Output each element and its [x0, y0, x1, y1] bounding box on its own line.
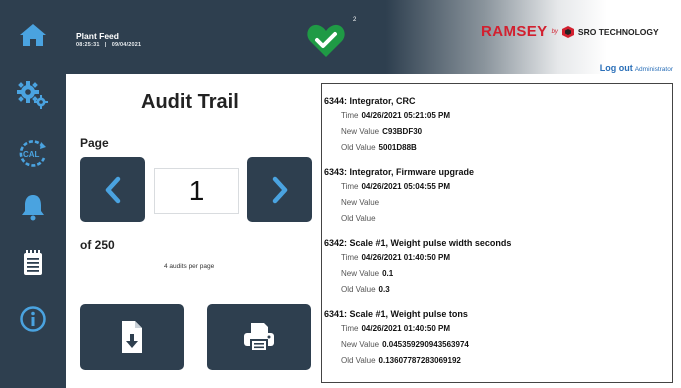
time-value: 04/26/2021 05:21:05 PM	[361, 111, 450, 120]
new-value: 0.045359290943563974	[382, 340, 469, 349]
clock-time: 08:25:31	[76, 42, 100, 48]
new-value-label: New Value	[341, 340, 380, 349]
old-value: 0.3	[378, 285, 390, 294]
time-value: 04/26/2021 01:40:50 PM	[361, 253, 450, 262]
total-pages-label: of 250	[80, 238, 115, 252]
datetime-separator: |	[104, 42, 107, 48]
page-title: Audit Trail	[141, 91, 239, 113]
entry-new-row: New Value 0.1	[322, 266, 672, 282]
printer-icon	[244, 323, 274, 352]
entry-time-row: Time 04/26/2021 01:40:50 PM	[322, 321, 672, 337]
new-value-label: New Value	[341, 269, 380, 278]
audits-per-page-label: 4 audits per page	[164, 263, 215, 270]
entry-title: 6341: Scale #1, Weight pulse tons	[324, 309, 468, 319]
bell-icon	[22, 195, 44, 221]
time-label: Time	[341, 111, 359, 120]
audit-log-panel[interactable]: 6344: Integrator, CRC Time 04/26/2021 05:…	[321, 83, 673, 383]
plant-datetime: 08:25:31 | 09/04/2021	[76, 42, 141, 48]
clock-date: 09/04/2021	[111, 42, 142, 48]
old-value: 5001D88B	[378, 143, 417, 152]
audit-entry: 6341: Scale #1, Weight pulse tons Time 04…	[322, 308, 672, 369]
calibration-icon: CAL	[19, 140, 46, 167]
new-value: 0.1	[382, 269, 394, 278]
entry-old-row: Old Value	[322, 211, 672, 227]
old-value-label: Old Value	[341, 214, 376, 223]
plant-name: Plant Feed	[76, 31, 119, 41]
entry-time-row: Time 04/26/2021 01:40:50 PM	[322, 250, 672, 266]
chevron-right-icon	[272, 176, 287, 203]
old-value-label: Old Value	[341, 143, 376, 152]
brand-by: by	[551, 28, 558, 35]
header: Plant Feed 08:25:31 | 09/04/2021 2 RAMSE…	[66, 0, 681, 74]
audit-entry: 6344: Integrator, CRC Time 04/26/2021 05:…	[322, 95, 672, 156]
download-file-icon	[122, 321, 142, 353]
sidebar-item-calibration[interactable]: CAL	[0, 126, 66, 180]
entry-title: 6344: Integrator, CRC	[324, 96, 416, 106]
old-value: 0.13607787283069192	[378, 356, 461, 365]
new-value: C93BDF30	[382, 127, 423, 136]
info-icon	[20, 306, 46, 332]
time-label: Time	[341, 253, 359, 262]
logout-link[interactable]: Log out Administrator	[600, 58, 673, 76]
sidebar-item-settings[interactable]	[0, 68, 66, 122]
status-count: 2	[353, 17, 357, 23]
entry-new-row: New Value 0.045359290943563974	[322, 337, 672, 353]
brand-logo: RAMSEY by SRO TECHNOLOGY	[481, 23, 659, 40]
time-label: Time	[341, 182, 359, 191]
audit-entry: 6343: Integrator, Firmware upgrade Time 0…	[322, 166, 672, 227]
time-label: Time	[341, 324, 359, 333]
previous-page-button[interactable]	[80, 157, 145, 222]
status-heart-icon[interactable]	[306, 23, 346, 59]
next-page-button[interactable]	[247, 157, 312, 222]
entry-old-row: Old Value 5001D88B	[322, 140, 672, 156]
old-value-label: Old Value	[341, 356, 376, 365]
sidebar: CAL	[0, 0, 66, 388]
entry-old-row: Old Value 0.13607787283069192	[322, 353, 672, 369]
page-label: Page	[80, 136, 109, 150]
sidebar-item-info[interactable]	[0, 292, 66, 346]
logout-user: Administrator	[634, 66, 673, 73]
entry-title: 6342: Scale #1, Weight pulse width secon…	[324, 238, 512, 248]
print-button[interactable]	[207, 304, 311, 370]
new-value-label: New Value	[341, 198, 380, 207]
entry-new-row: New Value C93BDF30	[322, 124, 672, 140]
notepad-icon	[24, 250, 42, 275]
old-value-label: Old Value	[341, 285, 376, 294]
page-number-field[interactable]: 1	[154, 168, 239, 214]
entry-title: 6343: Integrator, Firmware upgrade	[324, 167, 475, 177]
home-icon	[20, 24, 46, 46]
entry-new-row: New Value	[322, 195, 672, 211]
sidebar-item-audit[interactable]	[0, 236, 66, 290]
sidebar-item-home[interactable]	[0, 8, 66, 62]
time-value: 04/26/2021 05:04:55 PM	[361, 182, 450, 191]
logout-label[interactable]: Log out	[600, 63, 633, 73]
sidebar-item-alarms[interactable]	[0, 180, 66, 234]
svg-text:CAL: CAL	[23, 150, 40, 159]
brand-ramsey: RAMSEY	[481, 23, 548, 40]
brand-sro: SRO TECHNOLOGY	[577, 26, 659, 37]
download-button[interactable]	[80, 304, 184, 370]
audit-entry: 6342: Scale #1, Weight pulse width secon…	[322, 237, 672, 298]
entry-old-row: Old Value 0.3	[322, 282, 672, 298]
entry-time-row: Time 04/26/2021 05:21:05 PM	[322, 108, 672, 124]
gears-icon	[17, 81, 48, 109]
sro-logo-icon	[561, 25, 574, 38]
time-value: 04/26/2021 01:40:50 PM	[361, 324, 450, 333]
entry-time-row: Time 04/26/2021 05:04:55 PM	[322, 179, 672, 195]
chevron-left-icon	[105, 176, 120, 203]
new-value-label: New Value	[341, 127, 380, 136]
